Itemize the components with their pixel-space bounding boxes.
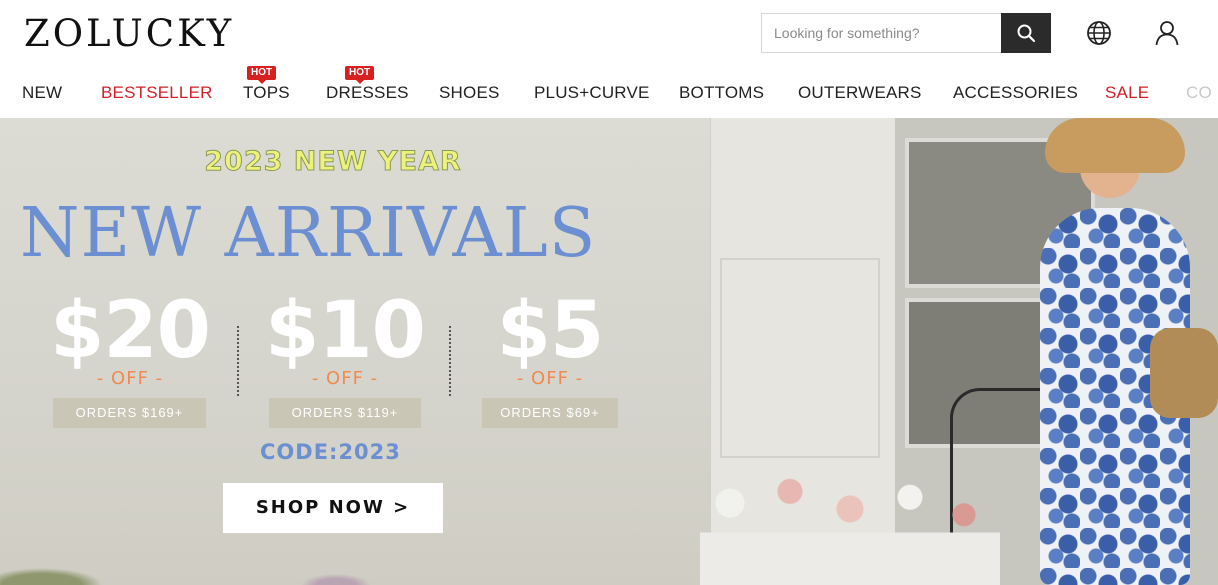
hero-flowers: [700, 468, 1000, 585]
hero-wall-panel: [720, 258, 880, 458]
offer-price-3: $5: [496, 286, 605, 376]
offer-price-2: $10: [265, 286, 426, 376]
hero-year: 2023 NEW YEAR: [204, 146, 462, 178]
nav-item-bestseller[interactable]: BESTSELLER: [101, 83, 213, 103]
search-bar: [761, 13, 1051, 53]
offer-orders-2: ORDERS $119+: [269, 398, 421, 428]
nav-item-sale[interactable]: SALE: [1105, 83, 1149, 103]
account-button[interactable]: [1152, 18, 1182, 48]
site-header: ZOLUCKY HOT HOT NEW BESTSELLER TOPS DRE: [0, 0, 1218, 118]
hero-banner[interactable]: 2023 NEW YEAR NEW ARRIVALS $20 - OFF - O…: [0, 118, 1218, 585]
user-icon: [1155, 21, 1179, 46]
nav-item-accessories[interactable]: ACCESSORIES: [953, 83, 1078, 103]
nav-item-co[interactable]: CO: [1186, 83, 1212, 103]
shop-now-button[interactable]: SHOP NOW >: [223, 483, 443, 533]
offer-off-2: - OFF -: [311, 368, 379, 389]
offer-orders-3: ORDERS $69+: [482, 398, 618, 428]
search-input[interactable]: [761, 13, 1001, 53]
search-icon: [1017, 24, 1036, 43]
hot-badge-dresses: HOT: [345, 66, 375, 84]
nav-item-bottoms[interactable]: BOTTOMS: [679, 83, 764, 103]
offer-orders-1: ORDERS $169+: [53, 398, 206, 428]
promo-code: CODE:2023: [260, 440, 401, 464]
site-logo[interactable]: ZOLUCKY: [24, 12, 234, 55]
search-button[interactable]: [1001, 13, 1051, 53]
offer-off-3: - OFF -: [516, 368, 584, 389]
hero-title: NEW ARRIVALS: [20, 194, 597, 273]
nav-item-shoes[interactable]: SHOES: [439, 83, 500, 103]
main-nav: NEW BESTSELLER TOPS DRESSES SHOES PLUS+C…: [0, 80, 1218, 110]
model-hat: [1045, 118, 1185, 173]
nav-item-new[interactable]: NEW: [22, 83, 62, 103]
offer-off-1: - OFF -: [96, 368, 164, 389]
model-bag: [1150, 328, 1218, 418]
hot-badge-tops: HOT: [247, 66, 277, 84]
nav-item-outerwears[interactable]: OUTERWEARS: [798, 83, 922, 103]
language-button[interactable]: [1084, 18, 1114, 48]
globe-icon: [1087, 21, 1111, 45]
offer-price-1: $20: [50, 286, 211, 376]
nav-item-plus-curve[interactable]: PLUS+CURVE: [534, 83, 650, 103]
nav-item-tops[interactable]: TOPS: [243, 83, 290, 103]
nav-item-dresses[interactable]: DRESSES: [326, 83, 409, 103]
